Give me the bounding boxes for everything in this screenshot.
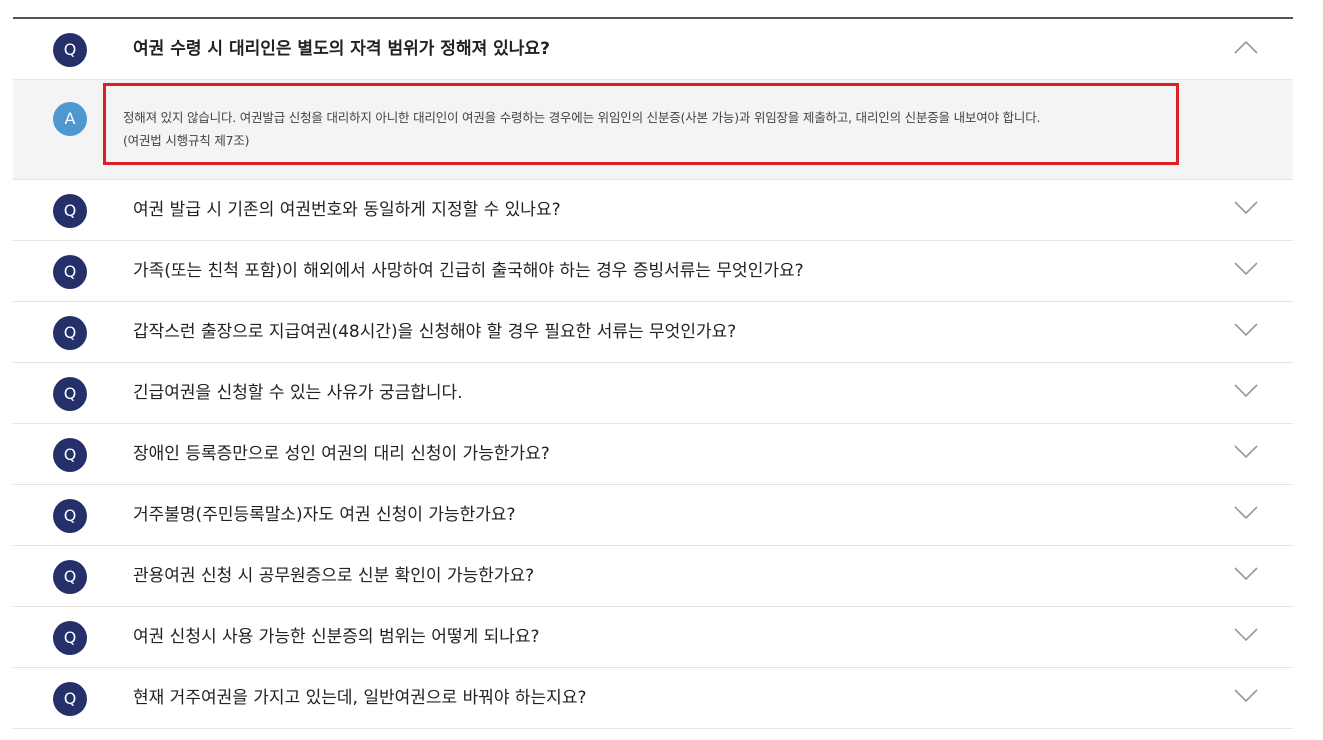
faq-question-row[interactable]: Q 여권 발급 시 기존의 여권번호와 동일하게 지정할 수 있나요? <box>13 180 1293 240</box>
faq-question-text: 거주불명(주민등록말소)자도 여권 신청이 가능한가요? <box>133 505 516 525</box>
faq-item: Q 여권 발급 시 기존의 여권번호와 동일하게 지정할 수 있나요? <box>13 180 1293 241</box>
question-badge: Q <box>53 499 87 533</box>
chevron-down-icon[interactable] <box>1234 628 1258 642</box>
faq-list: Q 여권 수령 시 대리인은 별도의 자격 범위가 정해져 있나요? A 정해져… <box>13 17 1293 729</box>
faq-question-row[interactable]: Q 여권 수령 시 대리인은 별도의 자격 범위가 정해져 있나요? <box>13 19 1293 79</box>
faq-answer-text: 정해져 있지 않습니다. 여권발급 신청을 대리하지 아니한 대리인이 여권을 … <box>123 106 1173 152</box>
faq-item: Q 여권 신청시 사용 가능한 신분증의 범위는 어떻게 되나요? <box>13 607 1293 668</box>
chevron-down-icon[interactable] <box>1234 384 1258 398</box>
faq-question-row[interactable]: Q 여권 신청시 사용 가능한 신분증의 범위는 어떻게 되나요? <box>13 607 1293 667</box>
faq-item: Q 관용여권 신청 시 공무원증으로 신분 확인이 가능한가요? <box>13 546 1293 607</box>
faq-question-text: 여권 발급 시 기존의 여권번호와 동일하게 지정할 수 있나요? <box>133 200 561 220</box>
faq-question-text: 긴급여권을 신청할 수 있는 사유가 궁금합니다. <box>133 383 463 403</box>
question-badge: Q <box>53 560 87 594</box>
faq-question-text: 가족(또는 친척 포함)이 해외에서 사망하여 긴급히 출국해야 하는 경우 증… <box>133 261 804 281</box>
chevron-down-icon[interactable] <box>1234 567 1258 581</box>
chevron-down-icon[interactable] <box>1234 689 1258 703</box>
faq-item: Q 긴급여권을 신청할 수 있는 사유가 궁금합니다. <box>13 363 1293 424</box>
chevron-down-icon[interactable] <box>1234 262 1258 276</box>
question-badge: Q <box>53 33 87 67</box>
answer-badge: A <box>53 102 87 136</box>
faq-answer-panel: A 정해져 있지 않습니다. 여권발급 신청을 대리하지 아니한 대리인이 여권… <box>13 79 1293 179</box>
question-badge: Q <box>53 255 87 289</box>
question-badge: Q <box>53 621 87 655</box>
faq-question-row[interactable]: Q 긴급여권을 신청할 수 있는 사유가 궁금합니다. <box>13 363 1293 423</box>
faq-question-text: 현재 거주여권을 가지고 있는데, 일반여권으로 바꿔야 하는지요? <box>133 688 587 708</box>
chevron-up-icon[interactable] <box>1234 40 1258 54</box>
question-badge: Q <box>53 194 87 228</box>
answer-line: (여권법 시행규칙 제7조) <box>123 133 250 148</box>
answer-line: 정해져 있지 않습니다. 여권발급 신청을 대리하지 아니한 대리인이 여권을 … <box>123 110 1041 125</box>
faq-question-row[interactable]: Q 현재 거주여권을 가지고 있는데, 일반여권으로 바꿔야 하는지요? <box>13 668 1293 728</box>
faq-item: Q 갑작스런 출장으로 지급여권(48시간)을 신청해야 할 경우 필요한 서류… <box>13 302 1293 363</box>
faq-item: Q 현재 거주여권을 가지고 있는데, 일반여권으로 바꿔야 하는지요? <box>13 668 1293 729</box>
question-badge: Q <box>53 316 87 350</box>
faq-question-text: 여권 신청시 사용 가능한 신분증의 범위는 어떻게 되나요? <box>133 627 540 647</box>
faq-question-text: 여권 수령 시 대리인은 별도의 자격 범위가 정해져 있나요? <box>133 39 550 59</box>
faq-question-text: 관용여권 신청 시 공무원증으로 신분 확인이 가능한가요? <box>133 566 535 586</box>
faq-item: Q 장애인 등록증만으로 성인 여권의 대리 신청이 가능한가요? <box>13 424 1293 485</box>
faq-question-row[interactable]: Q 관용여권 신청 시 공무원증으로 신분 확인이 가능한가요? <box>13 546 1293 606</box>
faq-item: Q 여권 수령 시 대리인은 별도의 자격 범위가 정해져 있나요? A 정해져… <box>13 19 1293 180</box>
faq-question-row[interactable]: Q 갑작스런 출장으로 지급여권(48시간)을 신청해야 할 경우 필요한 서류… <box>13 302 1293 362</box>
question-badge: Q <box>53 438 87 472</box>
faq-question-row[interactable]: Q 장애인 등록증만으로 성인 여권의 대리 신청이 가능한가요? <box>13 424 1293 484</box>
chevron-down-icon[interactable] <box>1234 323 1258 337</box>
answer-highlight-box: 정해져 있지 않습니다. 여권발급 신청을 대리하지 아니한 대리인이 여권을 … <box>103 83 1179 165</box>
question-badge: Q <box>53 682 87 716</box>
faq-item: Q 가족(또는 친척 포함)이 해외에서 사망하여 긴급히 출국해야 하는 경우… <box>13 241 1293 302</box>
faq-question-row[interactable]: Q 가족(또는 친척 포함)이 해외에서 사망하여 긴급히 출국해야 하는 경우… <box>13 241 1293 301</box>
faq-question-text: 장애인 등록증만으로 성인 여권의 대리 신청이 가능한가요? <box>133 444 550 464</box>
chevron-down-icon[interactable] <box>1234 201 1258 215</box>
faq-question-text: 갑작스런 출장으로 지급여권(48시간)을 신청해야 할 경우 필요한 서류는 … <box>133 322 737 342</box>
chevron-down-icon[interactable] <box>1234 445 1258 459</box>
faq-question-row[interactable]: Q 거주불명(주민등록말소)자도 여권 신청이 가능한가요? <box>13 485 1293 545</box>
faq-item: Q 거주불명(주민등록말소)자도 여권 신청이 가능한가요? <box>13 485 1293 546</box>
chevron-down-icon[interactable] <box>1234 506 1258 520</box>
question-badge: Q <box>53 377 87 411</box>
